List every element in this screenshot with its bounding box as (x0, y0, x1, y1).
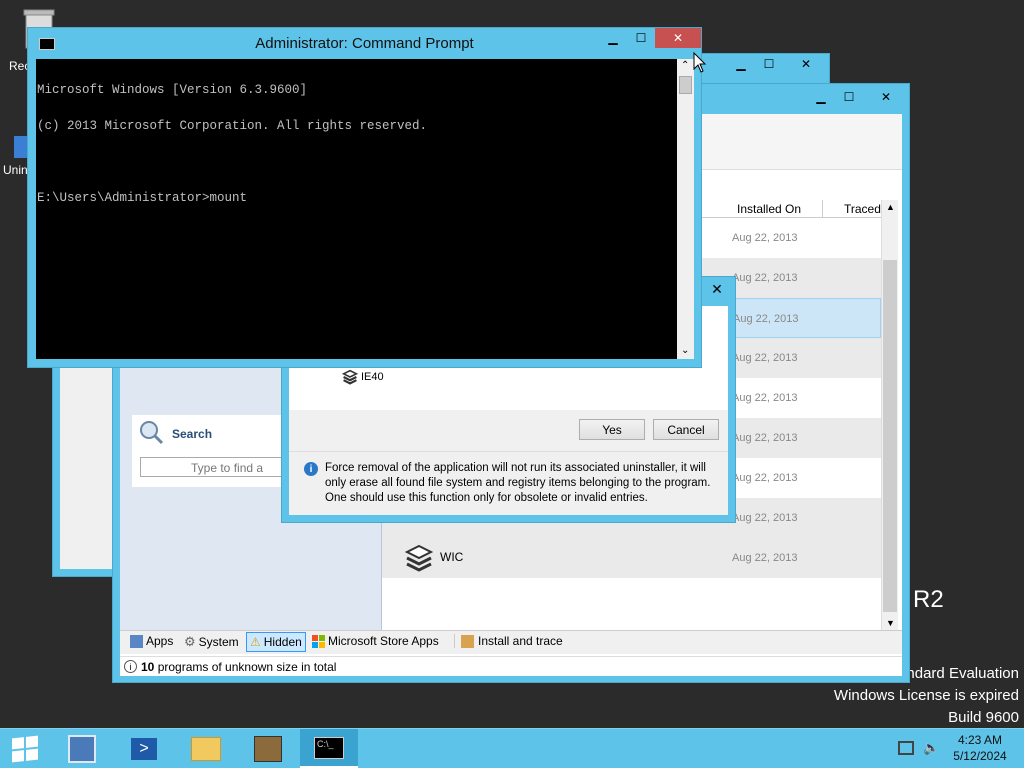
console-line: E:\Users\Administrator>mount (37, 191, 248, 205)
tab-install-trace[interactable]: Install and trace (454, 634, 563, 648)
windows-start-icon (12, 735, 38, 763)
warning-icon: ⚠ (250, 635, 261, 649)
tab-system[interactable]: ⚙ System (184, 634, 239, 650)
close-button[interactable]: ✕ (783, 54, 829, 74)
column-installed-on[interactable]: Installed On (737, 202, 801, 216)
console-area[interactable]: Microsoft Windows [Version 6.3.9600] (c)… (36, 59, 677, 359)
info-icon: i (304, 462, 318, 476)
taskbar-uninstaller[interactable] (238, 729, 298, 768)
taskbar-command-prompt[interactable]: C:\_ (300, 729, 358, 768)
desktop-r2-text: R2 (913, 586, 944, 613)
clock-date: 5/12/2024 (953, 749, 1007, 763)
command-prompt-window: Administrator: Command Prompt ▁ ☐ ✕ Micr… (27, 27, 702, 368)
console-line: Microsoft Windows [Version 6.3.9600] (37, 83, 308, 97)
system-clock[interactable]: 4:23 AM 5/12/2024 (944, 732, 1016, 764)
desktop-license-text: Windows License is expired (833, 687, 1019, 704)
dialog-close-button[interactable]: ✕ (705, 279, 729, 299)
scroll-thumb[interactable] (679, 76, 692, 94)
maximize-button[interactable]: ☐ (755, 54, 783, 74)
minimize-button[interactable]: ▁ (599, 28, 627, 48)
box-icon (461, 634, 474, 648)
status-count: 10 (141, 659, 155, 674)
status-bar: i 10 programs of unknown size in total (120, 656, 902, 676)
tab-store-apps[interactable]: Microsoft Store Apps (312, 634, 439, 648)
category-tabs: Apps ⚙ System ⚠ Hidden Microsoft Store A… (120, 630, 902, 654)
server-manager-icon (68, 735, 96, 763)
taskbar-server-manager[interactable] (52, 729, 112, 768)
cmd-icon: C:\_ (314, 736, 344, 759)
search-placeholder: Type to find a pro (191, 461, 264, 476)
taskbar-file-explorer[interactable] (176, 729, 236, 768)
gear-icon: ⚙ (184, 634, 196, 649)
console-scrollbar[interactable]: ⌃ ⌄ (677, 59, 694, 359)
mouse-cursor-icon (693, 52, 707, 73)
column-traced[interactable]: Traced (844, 202, 881, 216)
minimize-button[interactable]: ▁ (727, 54, 755, 74)
taskbar: > C:\_ 🔈 4:23 AM 5/12/2024 (0, 728, 1024, 768)
package-icon (404, 544, 434, 572)
minimize-button[interactable]: ▁ (807, 87, 835, 107)
maximize-button[interactable]: ☐ (835, 87, 863, 107)
package-icon (342, 369, 358, 385)
folder-icon (191, 737, 221, 761)
status-text: programs of unknown size in total (154, 659, 337, 674)
dialog-info-text: Force removal of the application will no… (325, 462, 711, 504)
list-scrollbar[interactable]: ▲ ▼ (881, 200, 898, 630)
uninstaller-app-icon (254, 736, 282, 762)
scroll-down-icon[interactable]: ▼ (886, 618, 895, 628)
close-button[interactable]: ✕ (655, 28, 701, 48)
volume-muted-icon[interactable]: 🔈 (923, 740, 939, 756)
tab-hidden[interactable]: ⚠ Hidden (246, 632, 306, 652)
scroll-up-icon[interactable]: ▲ (886, 202, 895, 212)
dialog-item-label: IE40 (361, 371, 384, 383)
scroll-down-icon[interactable]: ⌄ (681, 345, 689, 356)
clock-time: 4:23 AM (957, 733, 1003, 747)
desktop-evaluation-text: ndard Evaluation (906, 665, 1019, 682)
windows-logo-icon (312, 634, 325, 648)
maximize-button[interactable]: ☐ (627, 28, 655, 48)
search-input[interactable]: Type to find a pro (140, 457, 282, 477)
console-line: (c) 2013 Microsoft Corporation. All righ… (37, 119, 428, 133)
search-icon (140, 421, 164, 445)
start-button[interactable] (0, 729, 50, 768)
tab-apps[interactable]: Apps (130, 634, 173, 648)
close-button[interactable]: ✕ (863, 87, 909, 107)
taskbar-powershell[interactable]: > (114, 729, 174, 768)
search-panel: Search Type to find a pro (132, 415, 282, 487)
apps-icon (130, 634, 143, 648)
desktop-build-text: Build 9600 (948, 709, 1019, 726)
scroll-thumb[interactable] (883, 260, 897, 612)
search-label: Search (172, 427, 213, 441)
info-icon: i (124, 660, 137, 673)
yes-button[interactable]: Yes (579, 419, 645, 440)
scroll-up-icon[interactable]: ⌃ (681, 60, 689, 71)
list-item[interactable]: WIC Aug 22, 2013 (382, 538, 881, 578)
powershell-icon: > (131, 738, 157, 760)
uninstaller-desktop-label: Unin (3, 163, 28, 177)
program-name: WIC (440, 550, 464, 564)
network-icon[interactable] (898, 741, 914, 755)
cancel-button[interactable]: Cancel (653, 419, 719, 440)
